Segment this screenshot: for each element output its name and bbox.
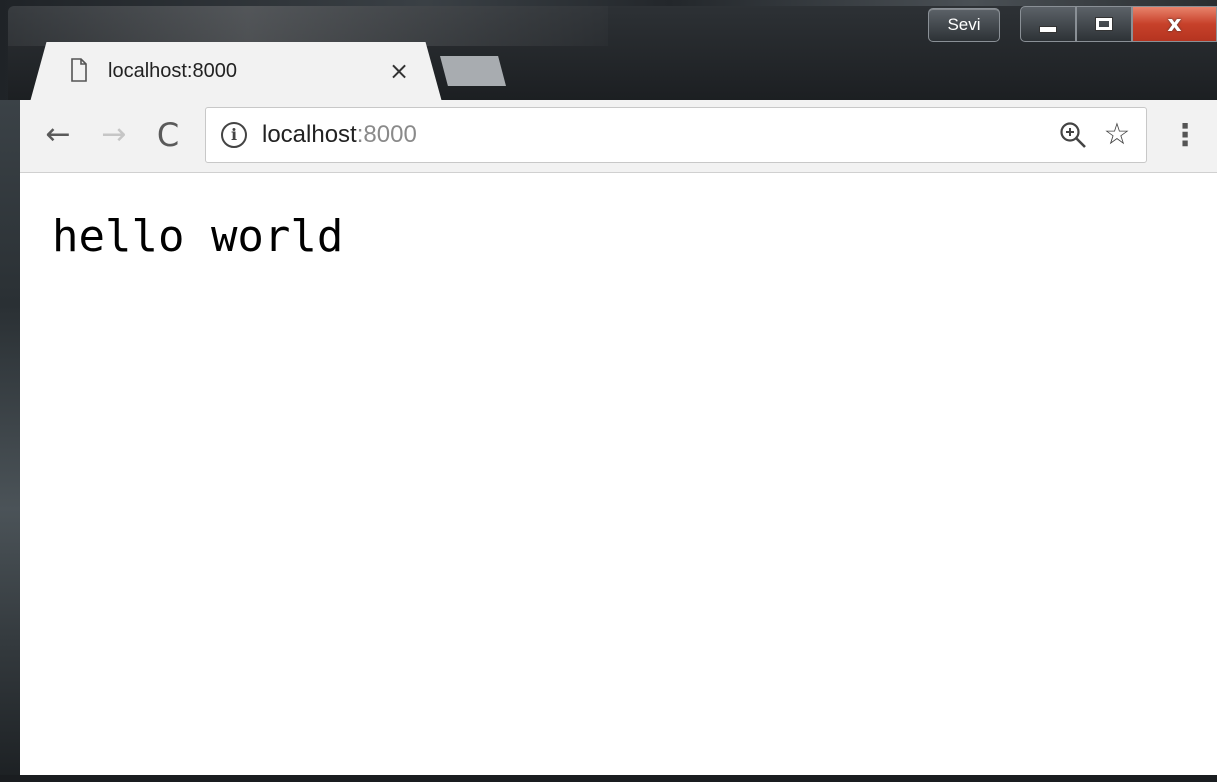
page-icon bbox=[71, 58, 87, 82]
page-text: hello world bbox=[52, 211, 344, 262]
url-port: :8000 bbox=[356, 121, 417, 148]
window-bottom-border bbox=[0, 775, 1217, 782]
reload-icon[interactable]: C bbox=[150, 116, 186, 154]
minimize-button[interactable] bbox=[1020, 6, 1076, 42]
maximize-button[interactable] bbox=[1076, 6, 1132, 42]
maximize-icon bbox=[1095, 17, 1113, 31]
zoom-icon[interactable] bbox=[1058, 120, 1088, 150]
close-icon: x bbox=[1167, 11, 1182, 37]
desktop-edge bbox=[0, 100, 20, 782]
back-arrow-icon[interactable]: ← bbox=[40, 116, 76, 154]
url-text[interactable]: localhost:8000 bbox=[262, 119, 662, 151]
new-tab-button[interactable] bbox=[440, 56, 506, 86]
tab-close-icon[interactable]: × bbox=[386, 57, 412, 85]
menu-icon[interactable]: ⋮ bbox=[1170, 118, 1200, 154]
minimize-icon bbox=[1039, 25, 1057, 33]
titlebar-highlight bbox=[8, 6, 608, 46]
forward-arrow-icon[interactable]: → bbox=[96, 116, 132, 154]
user-profile-button[interactable]: Sevi bbox=[928, 8, 1000, 42]
bookmark-star-icon[interactable]: ☆ bbox=[1100, 116, 1134, 154]
url-host: localhost bbox=[262, 121, 357, 148]
close-window-button[interactable]: x bbox=[1132, 6, 1217, 42]
info-icon[interactable]: i bbox=[221, 122, 247, 148]
tab-title: localhost:8000 bbox=[108, 60, 237, 82]
